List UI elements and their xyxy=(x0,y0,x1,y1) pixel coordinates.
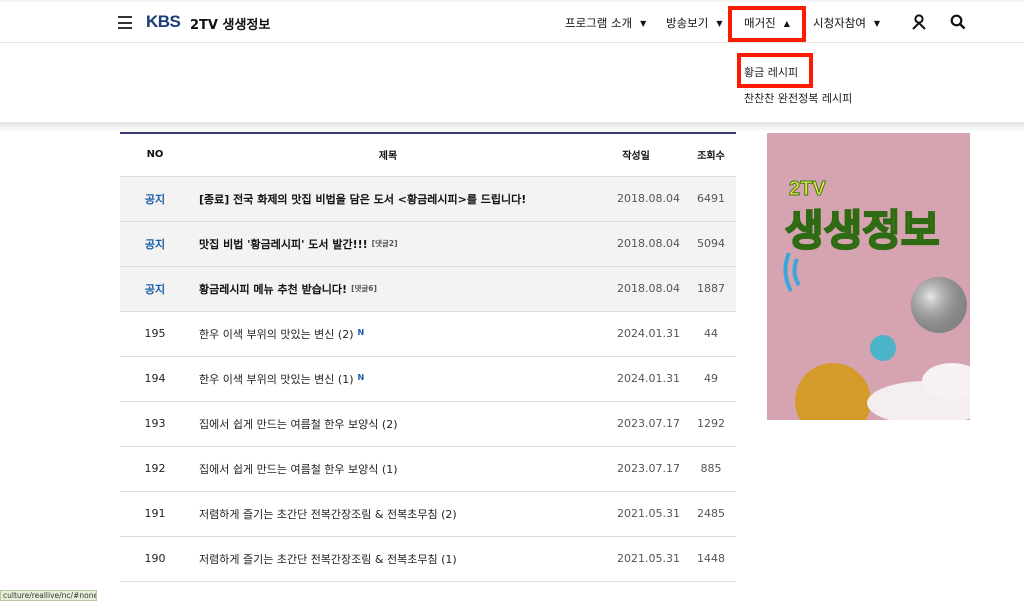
row-no: 194 xyxy=(120,356,190,402)
row-views: 1292 xyxy=(686,401,736,447)
table-row[interactable]: 195 한우 이색 부위의 맛있는 변신 (2) N 2024.01.31 44 xyxy=(120,311,736,357)
row-title[interactable]: 맛집 비법 '황금레시피' 도서 발간!!! xyxy=(199,238,368,251)
col-views: 조회수 xyxy=(686,133,736,177)
table-row[interactable]: 공지 황금레시피 메뉴 추천 받습니다! [댓글6] 2018.08.04 188… xyxy=(120,266,736,312)
nav-label: 방송보기 xyxy=(666,16,709,30)
nav-label: 프로그램 소개 xyxy=(565,16,633,30)
table-row[interactable]: 공지 [종료] 전국 화제의 맛집 비법을 담은 도서 <황금레시피>를 드립니… xyxy=(120,176,736,222)
row-title-cell: 저렴하게 즐기는 초간단 전복간장조림 & 전복초무침 (1) xyxy=(190,536,586,582)
row-title[interactable]: [종료] 전국 화제의 맛집 비법을 담은 도서 <황금레시피>를 드립니다! xyxy=(199,193,526,206)
row-views: 1448 xyxy=(686,536,736,582)
row-views: 6491 xyxy=(686,176,736,222)
row-views: 1887 xyxy=(686,266,736,312)
caret-down-icon: ▼ xyxy=(873,19,881,28)
row-date: 2018.08.04 xyxy=(586,266,686,312)
row-title-cell: 황금레시피 메뉴 추천 받습니다! [댓글6] xyxy=(190,266,586,312)
row-no: 공지 xyxy=(120,221,190,267)
row-title-cell: 집에서 쉽게 만드는 여름철 한우 보양식 (1) xyxy=(190,446,586,492)
row-date: 2023.07.17 xyxy=(586,401,686,447)
nav-program-intro[interactable]: 프로그램 소개 ▼ xyxy=(565,15,646,31)
row-views: 44 xyxy=(686,311,736,357)
row-date: 2018.08.04 xyxy=(586,176,686,222)
row-no: 193 xyxy=(120,401,190,447)
highlight-annotation-magazine xyxy=(728,6,806,42)
comment-count: [댓글6] xyxy=(351,283,377,293)
row-title-cell: 저렴하게 즐기는 초간단 전복간장조림 & 전복초무침 (2) xyxy=(190,491,586,537)
banner-2tv-text: 2TV xyxy=(789,178,826,200)
row-title[interactable]: 저렴하게 즐기는 초간단 전복간장조림 & 전복초무침 (2) xyxy=(199,508,457,521)
caret-down-icon: ▼ xyxy=(716,19,723,28)
banner-artwork: 2TV 생생정보 xyxy=(767,133,970,420)
row-title-cell: [종료] 전국 화제의 맛집 비법을 담은 도서 <황금레시피>를 드립니다! xyxy=(190,176,586,222)
row-no: 192 xyxy=(120,446,190,492)
table-row[interactable]: 194 한우 이색 부위의 맛있는 변신 (1) N 2024.01.31 49 xyxy=(120,356,736,402)
user-icon[interactable] xyxy=(911,14,927,30)
col-date: 작성일 xyxy=(586,133,686,177)
recipe-board-table: NO 제목 작성일 조회수 공지 [종료] 전국 화제의 맛집 비법을 담은 도… xyxy=(120,132,736,582)
row-title[interactable]: 집에서 쉽게 만드는 여름철 한우 보양식 (1) xyxy=(199,463,397,476)
site-header: KBS 2TV 생생정보 프로그램 소개 ▼ 방송보기 ▼ 매거진 ▲ 시청자참여 ▼ xyxy=(0,2,1024,43)
hamburger-menu-icon[interactable] xyxy=(118,16,132,29)
nav-viewer-participation[interactable]: 시청자참여 ▼ xyxy=(813,15,880,31)
row-views: 885 xyxy=(686,446,736,492)
row-no: 191 xyxy=(120,491,190,537)
new-badge: N xyxy=(357,372,365,382)
table-row[interactable]: 193 집에서 쉽게 만드는 여름철 한우 보양식 (2) 2023.07.17… xyxy=(120,401,736,447)
highlight-annotation-golden-recipe xyxy=(737,53,813,88)
caret-down-icon: ▼ xyxy=(640,19,647,28)
row-title-cell: 한우 이색 부위의 맛있는 변신 (1) N xyxy=(190,356,586,402)
col-no: NO xyxy=(120,133,190,177)
row-no: 190 xyxy=(120,536,190,582)
row-date: 2023.07.17 xyxy=(586,446,686,492)
dropdown-item-complete-recipe[interactable]: 찬찬찬 완전정복 레시피 xyxy=(744,90,852,106)
comment-count: [댓글2] xyxy=(371,238,398,248)
row-title-cell: 맛집 비법 '황금레시피' 도서 발간!!! [댓글2] xyxy=(190,221,586,267)
new-badge: N xyxy=(357,327,365,337)
table-row[interactable]: 192 집에서 쉽게 만드는 여름철 한우 보양식 (1) 2023.07.17… xyxy=(120,446,736,492)
row-views: 2485 xyxy=(686,491,736,537)
program-title[interactable]: 2TV 생생정보 xyxy=(190,14,270,33)
row-no: 공지 xyxy=(120,266,190,312)
kbs-logo[interactable]: KBS xyxy=(146,12,181,32)
row-title[interactable]: 황금레시피 메뉴 추천 받습니다! xyxy=(199,283,347,296)
row-date: 2024.01.31 xyxy=(586,311,686,357)
search-icon[interactable] xyxy=(950,14,966,30)
nav-broadcast[interactable]: 방송보기 ▼ xyxy=(666,15,722,31)
banner-title-text: 생생정보 xyxy=(785,206,940,255)
row-date: 2018.08.04 xyxy=(586,221,686,267)
table-row[interactable]: 190 저렴하게 즐기는 초간단 전복간장조림 & 전복초무침 (1) 2021… xyxy=(120,536,736,582)
row-date: 2024.01.31 xyxy=(586,356,686,402)
row-title-cell: 집에서 쉽게 만드는 여름철 한우 보양식 (2) xyxy=(190,401,586,447)
table-row[interactable]: 191 저렴하게 즐기는 초간단 전복간장조림 & 전복초무침 (2) 2021… xyxy=(120,491,736,537)
row-date: 2021.05.31 xyxy=(586,536,686,582)
program-banner-image[interactable]: 2TV 생생정보 xyxy=(767,133,970,420)
status-bar-url: culture/reallive/nc/#none xyxy=(0,590,97,601)
row-title[interactable]: 집에서 쉽게 만드는 여름철 한우 보양식 (2) xyxy=(199,418,397,431)
row-title[interactable]: 저렴하게 즐기는 초간단 전복간장조림 & 전복초무침 (1) xyxy=(199,553,457,566)
row-title[interactable]: 한우 이색 부위의 맛있는 변신 (1) xyxy=(199,373,354,386)
table-header-row: NO 제목 작성일 조회수 xyxy=(120,133,736,177)
dropdown-shadow xyxy=(0,122,1024,132)
row-no: 195 xyxy=(120,311,190,357)
magazine-dropdown: 황금 레시피 찬찬찬 완전정복 레시피 xyxy=(0,44,1024,122)
row-title[interactable]: 한우 이색 부위의 맛있는 변신 (2) xyxy=(199,328,354,341)
row-date: 2021.05.31 xyxy=(586,491,686,537)
row-views: 49 xyxy=(686,356,736,402)
row-no: 공지 xyxy=(120,176,190,222)
row-views: 5094 xyxy=(686,221,736,267)
col-title: 제목 xyxy=(190,133,586,177)
nav-label: 시청자참여 xyxy=(813,16,866,30)
row-title-cell: 한우 이색 부위의 맛있는 변신 (2) N xyxy=(190,311,586,357)
table-row[interactable]: 공지 맛집 비법 '황금레시피' 도서 발간!!! [댓글2] 2018.08.0… xyxy=(120,221,736,267)
